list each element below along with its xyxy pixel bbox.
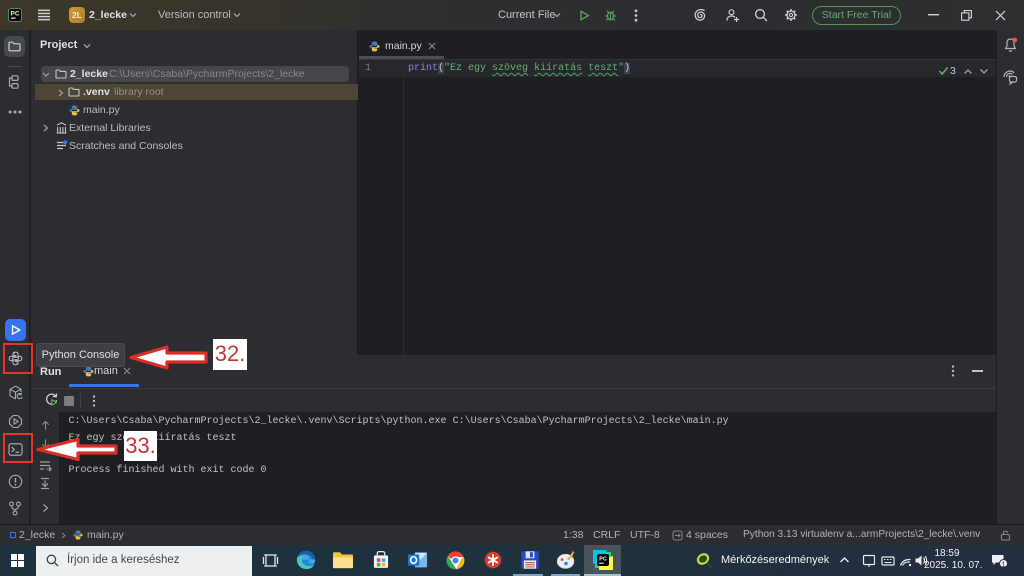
svg-text:1: 1 [1001, 559, 1005, 568]
svg-text:PC: PC [10, 11, 19, 18]
svg-text:PC: PC [599, 557, 607, 563]
